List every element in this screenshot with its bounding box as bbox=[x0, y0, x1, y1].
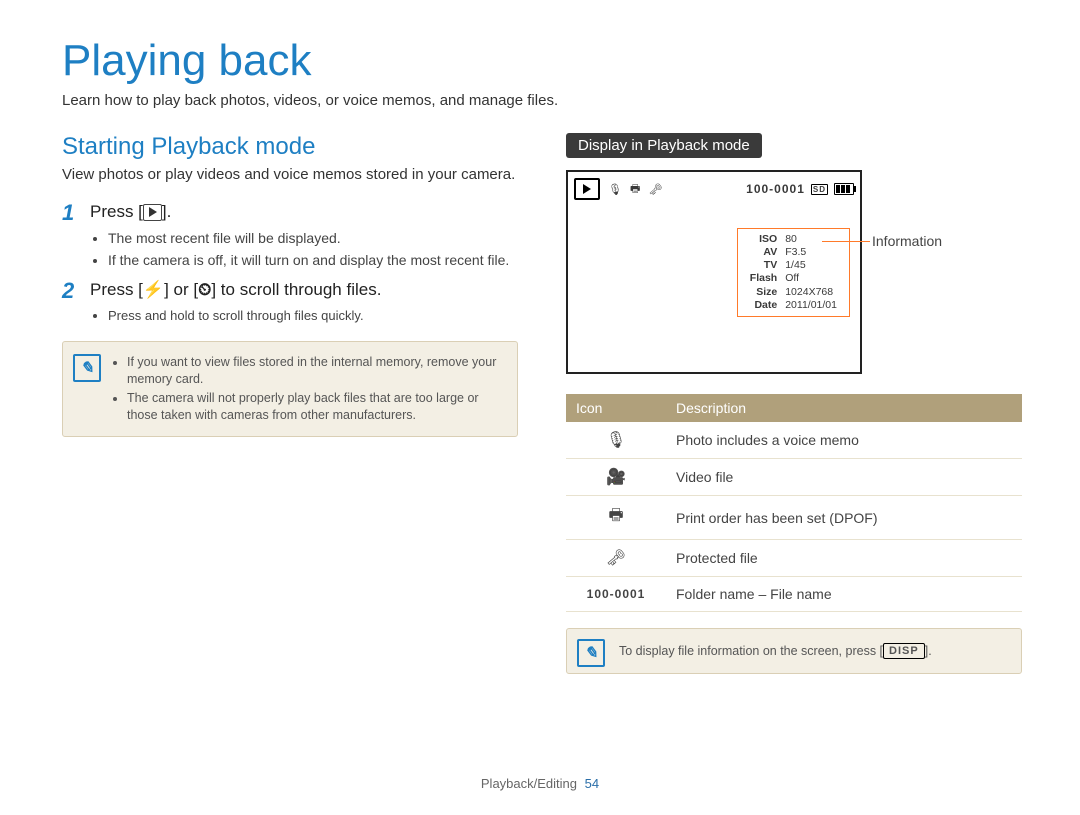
page-title: Playing back bbox=[62, 36, 1022, 86]
step-2-bullets: Press and hold to scroll through files q… bbox=[90, 307, 518, 325]
table-icon: 🎥 bbox=[566, 459, 666, 496]
table-row: 🖶Print order has been set (DPOF) bbox=[566, 496, 1022, 540]
lcd-print-icon: 🖶 bbox=[630, 180, 640, 199]
flash-key-icon: ⚡ bbox=[143, 280, 164, 299]
left-column: Starting Playback mode View photos or pl… bbox=[62, 133, 518, 690]
step-1-bullet: If the camera is off, it will turn on an… bbox=[108, 251, 518, 271]
disp-key-icon: DISP bbox=[883, 643, 925, 659]
lcd-folder-file: 100-0001 bbox=[746, 182, 805, 196]
note-icon: ✎ bbox=[73, 354, 101, 382]
note2-before: To display file information on the scree… bbox=[619, 644, 883, 658]
info-value: 2011/01/01 bbox=[781, 299, 841, 312]
step-1-before: Press [ bbox=[90, 202, 143, 221]
table-icon: 100-0001 bbox=[566, 577, 666, 612]
table-desc: Folder name – File name bbox=[666, 577, 1022, 612]
right-column: Display in Playback mode 🎙 🖶 🗝 100-0001 … bbox=[566, 133, 1022, 690]
playback-key-icon bbox=[143, 204, 162, 220]
info-value: 80 bbox=[781, 233, 841, 246]
note-icon: ✎ bbox=[577, 639, 605, 667]
info-value: Off bbox=[781, 272, 841, 285]
info-value: 1024X768 bbox=[781, 286, 841, 299]
info-key: Date bbox=[746, 299, 781, 312]
table-icon: 🖶 bbox=[566, 496, 666, 540]
table-head-icon: Icon bbox=[566, 394, 666, 422]
table-head-desc: Description bbox=[666, 394, 1022, 422]
lcd-key-icon: 🗝 bbox=[648, 183, 662, 196]
info-key: TV bbox=[746, 259, 781, 272]
step-2-number: 2 bbox=[62, 279, 90, 303]
info-value: F3.5 bbox=[781, 246, 841, 259]
footer-page: 54 bbox=[585, 776, 599, 791]
step-1-after: ]. bbox=[162, 202, 171, 221]
lcd-sd-icon: SD bbox=[811, 184, 828, 195]
icon-description-table: Icon Description 🎙Photo includes a voice… bbox=[566, 394, 1022, 612]
table-desc: Protected file bbox=[666, 540, 1022, 577]
footer-section: Playback/Editing bbox=[481, 776, 577, 791]
table-desc: Print order has been set (DPOF) bbox=[666, 496, 1022, 540]
display-mode-badge: Display in Playback mode bbox=[566, 133, 762, 158]
note2-after: ]. bbox=[925, 644, 932, 658]
step-1-number: 1 bbox=[62, 201, 90, 225]
step-2-after: ] to scroll through files. bbox=[211, 280, 381, 299]
info-key: AV bbox=[746, 246, 781, 259]
table-row: 100-0001Folder name – File name bbox=[566, 577, 1022, 612]
note-item: The camera will not properly play back f… bbox=[127, 390, 503, 424]
table-row: 🎥Video file bbox=[566, 459, 1022, 496]
note-box-2: ✎ To display file information on the scr… bbox=[566, 628, 1022, 674]
page-intro: Learn how to play back photos, videos, o… bbox=[62, 92, 1022, 109]
lcd-mic-icon: 🎙 bbox=[608, 183, 622, 196]
step-2-before: Press [ bbox=[90, 280, 143, 299]
info-key: ISO bbox=[746, 233, 781, 246]
table-desc: Video file bbox=[666, 459, 1022, 496]
table-desc: Photo includes a voice memo bbox=[666, 422, 1022, 459]
info-value: 1/45 bbox=[781, 259, 841, 272]
step-1-bullet: The most recent file will be displayed. bbox=[108, 229, 518, 249]
table-row: 🎙Photo includes a voice memo bbox=[566, 422, 1022, 459]
section-para: View photos or play videos and voice mem… bbox=[62, 165, 518, 185]
table-icon: 🗝 bbox=[566, 540, 666, 577]
step-1-bullets: The most recent file will be displayed. … bbox=[90, 229, 518, 270]
info-key: Flash bbox=[746, 272, 781, 285]
section-title: Starting Playback mode bbox=[62, 133, 518, 161]
step-2-bullet: Press and hold to scroll through files q… bbox=[108, 307, 518, 325]
lcd-battery-icon bbox=[834, 183, 854, 195]
lcd-mockup: 🎙 🖶 🗝 100-0001 SD ISO80AVF3.5TV1/45Flash… bbox=[566, 170, 862, 374]
timer-key-icon: ⏲ bbox=[198, 280, 211, 299]
info-callout: Information bbox=[872, 233, 942, 249]
step-2-mid: ] or [ bbox=[164, 280, 198, 299]
note-box: ✎ If you want to view files stored in th… bbox=[62, 341, 518, 437]
info-key: Size bbox=[746, 286, 781, 299]
lcd-play-icon bbox=[574, 178, 600, 200]
table-icon: 🎙 bbox=[566, 422, 666, 459]
callout-line bbox=[822, 241, 870, 242]
step-1: 1 Press []. bbox=[62, 201, 518, 225]
page-footer: Playback/Editing 54 bbox=[0, 776, 1080, 791]
note-item: If you want to view files stored in the … bbox=[127, 354, 503, 388]
step-2: 2 Press [⚡] or [⏲] to scroll through fil… bbox=[62, 279, 518, 303]
table-row: 🗝Protected file bbox=[566, 540, 1022, 577]
